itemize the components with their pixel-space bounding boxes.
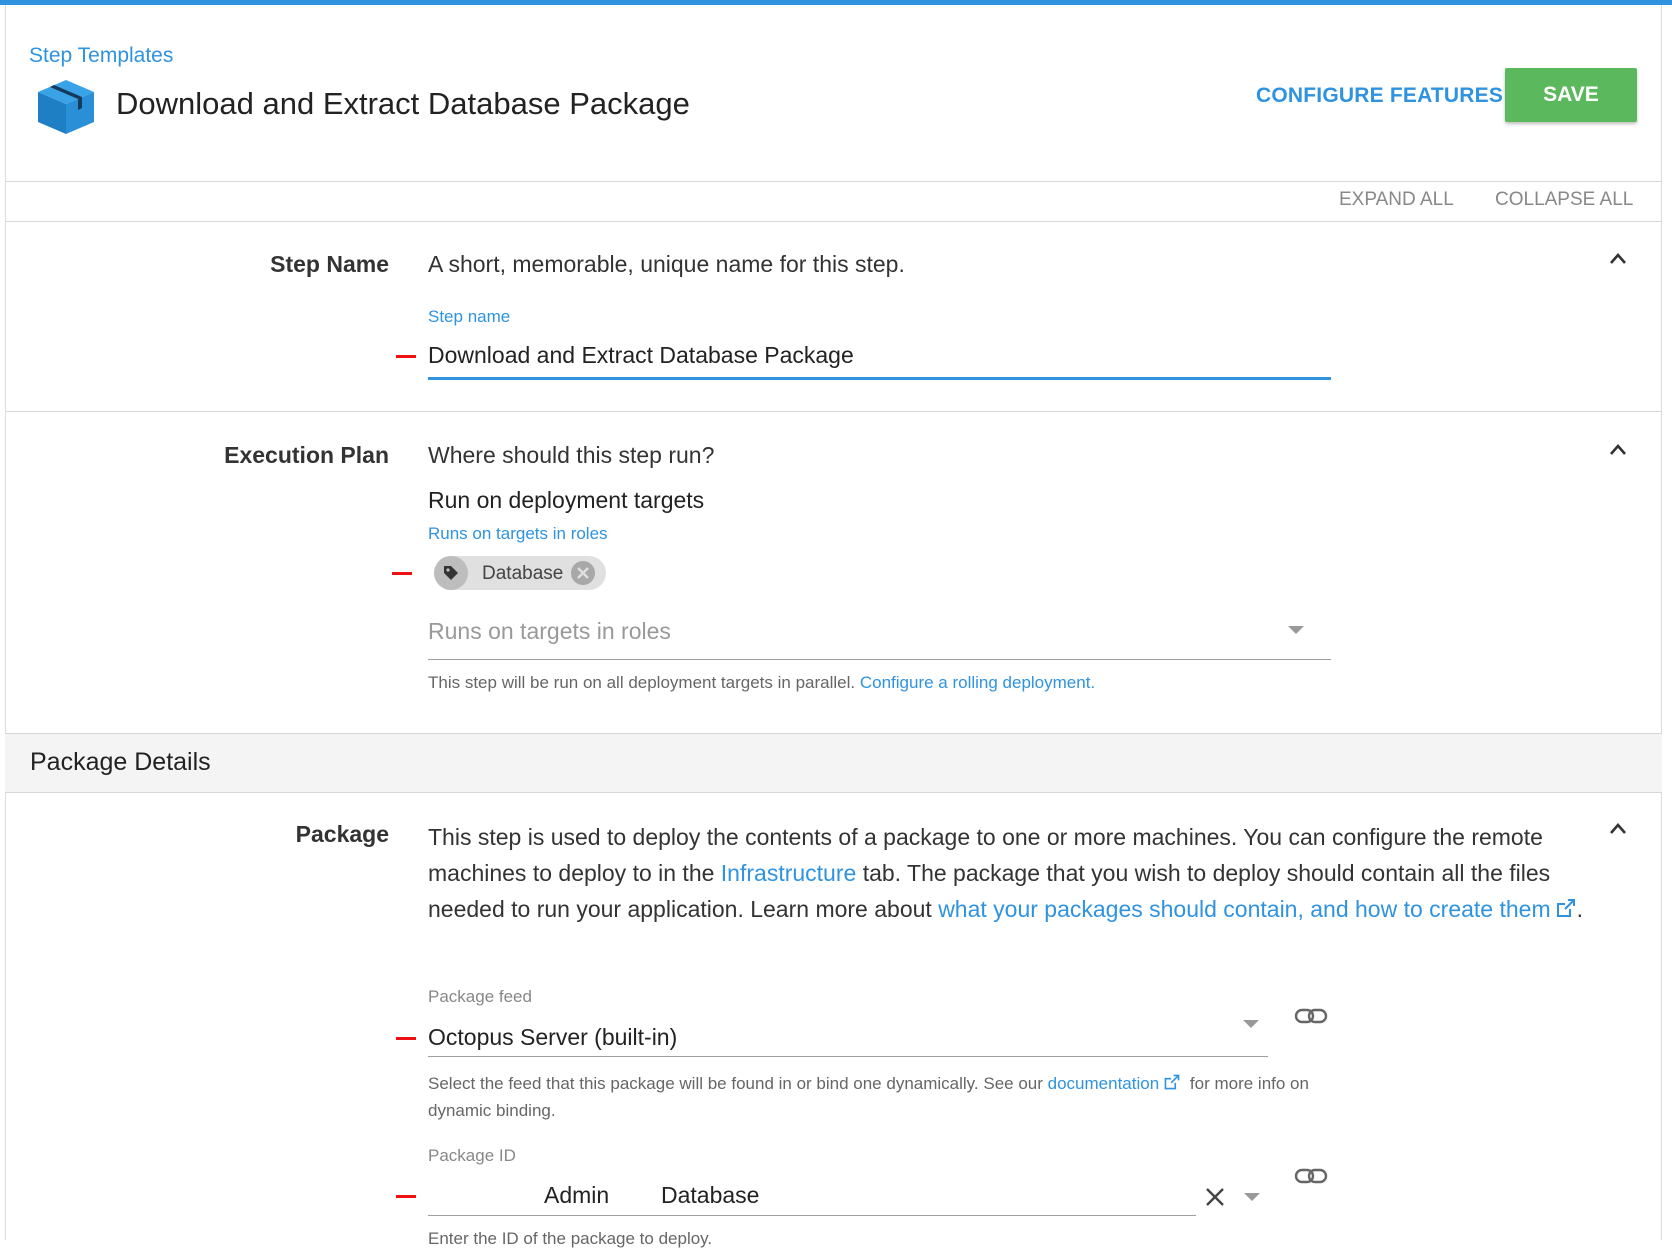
execution-plan-section-label: Execution Plan <box>224 442 389 468</box>
step-name-field-label: Step name <box>428 307 511 326</box>
package-details-heading: Package Details <box>30 748 211 776</box>
breadcrumb-step-templates[interactable]: Step Templates <box>29 44 173 68</box>
collapse-all-button[interactable]: COLLAPSE ALL <box>1495 189 1633 211</box>
chip-label: Database <box>482 563 564 584</box>
toolbar-divider <box>5 221 1662 222</box>
package-id-value-part[interactable]: Admin <box>544 1182 609 1209</box>
chevron-up-icon[interactable] <box>1608 251 1628 265</box>
clear-icon[interactable] <box>1204 1186 1226 1208</box>
feed-helper-text: Select the feed that this package will b… <box>428 1074 1043 1093</box>
external-link-icon[interactable] <box>1163 1073 1181 1091</box>
header-divider <box>5 181 1662 182</box>
step-name-input[interactable]: Download and Extract Database Package <box>428 342 854 369</box>
roles-select[interactable]: Runs on targets in roles <box>428 618 671 645</box>
rolling-deployment-link[interactable]: Configure a rolling deployment. <box>860 673 1095 692</box>
execution-plan-question: Where should this step run? <box>428 442 715 468</box>
dropdown-arrow-icon[interactable] <box>1288 626 1304 634</box>
documentation-link[interactable]: documentation <box>1048 1074 1160 1093</box>
dropdown-arrow-icon[interactable] <box>1243 1020 1259 1028</box>
role-chip-database[interactable]: Database <box>434 556 606 590</box>
package-feed-underline <box>428 1056 1268 1057</box>
packages-docs-link[interactable]: what your packages should contain, and h… <box>938 896 1550 922</box>
tag-icon <box>444 566 458 580</box>
required-marker <box>396 1195 416 1198</box>
package-description: This step is used to deploy the contents… <box>428 819 1598 927</box>
package-id-label: Package ID <box>428 1146 516 1165</box>
roles-select-underline <box>428 659 1331 660</box>
chevron-up-icon[interactable] <box>1608 821 1628 835</box>
package-feed-select[interactable]: Octopus Server (built-in) <box>428 1024 677 1051</box>
execution-mode-value[interactable]: Run on deployment targets <box>428 487 704 514</box>
expand-all-button[interactable]: EXPAND ALL <box>1339 189 1454 211</box>
configure-features-button[interactable]: CONFIGURE FEATURES <box>1256 84 1503 108</box>
package-id-value-part[interactable]: Database <box>661 1182 759 1209</box>
link-icon[interactable] <box>1294 1165 1328 1187</box>
roles-helper-text: This step will be run on all deployment … <box>428 673 856 692</box>
package-id-helper: Enter the ID of the package to deploy. <box>428 1229 713 1248</box>
roles-helper: This step will be run on all deployment … <box>428 673 1328 693</box>
page-title: Download and Extract Database Package <box>116 86 690 121</box>
package-section-label: Package <box>295 821 389 847</box>
package-feed-helper: Select the feed that this package will b… <box>428 1070 1328 1124</box>
package-feed-label: Package feed <box>428 987 532 1006</box>
external-link-icon[interactable] <box>1555 897 1577 919</box>
step-name-description: A short, memorable, unique name for this… <box>428 251 905 277</box>
package-id-underline <box>428 1215 1196 1216</box>
dropdown-arrow-icon[interactable] <box>1244 1193 1260 1201</box>
section-divider <box>5 792 1662 793</box>
roles-label: Runs on targets in roles <box>428 524 608 543</box>
step-name-section-label: Step Name <box>270 251 389 277</box>
step-name-input-underline <box>428 377 1331 380</box>
package-details-header <box>5 734 1662 792</box>
box-icon <box>38 80 94 134</box>
chevron-up-icon[interactable] <box>1608 442 1628 456</box>
save-button[interactable]: SAVE <box>1505 68 1637 122</box>
required-marker <box>396 1037 416 1040</box>
required-marker <box>396 355 416 358</box>
infrastructure-link[interactable]: Infrastructure <box>721 860 857 886</box>
link-icon[interactable] <box>1294 1005 1328 1027</box>
remove-chip-icon[interactable] <box>570 560 596 586</box>
package-description-end: . <box>1576 896 1584 922</box>
section-divider <box>5 411 1662 412</box>
required-marker <box>392 572 412 575</box>
